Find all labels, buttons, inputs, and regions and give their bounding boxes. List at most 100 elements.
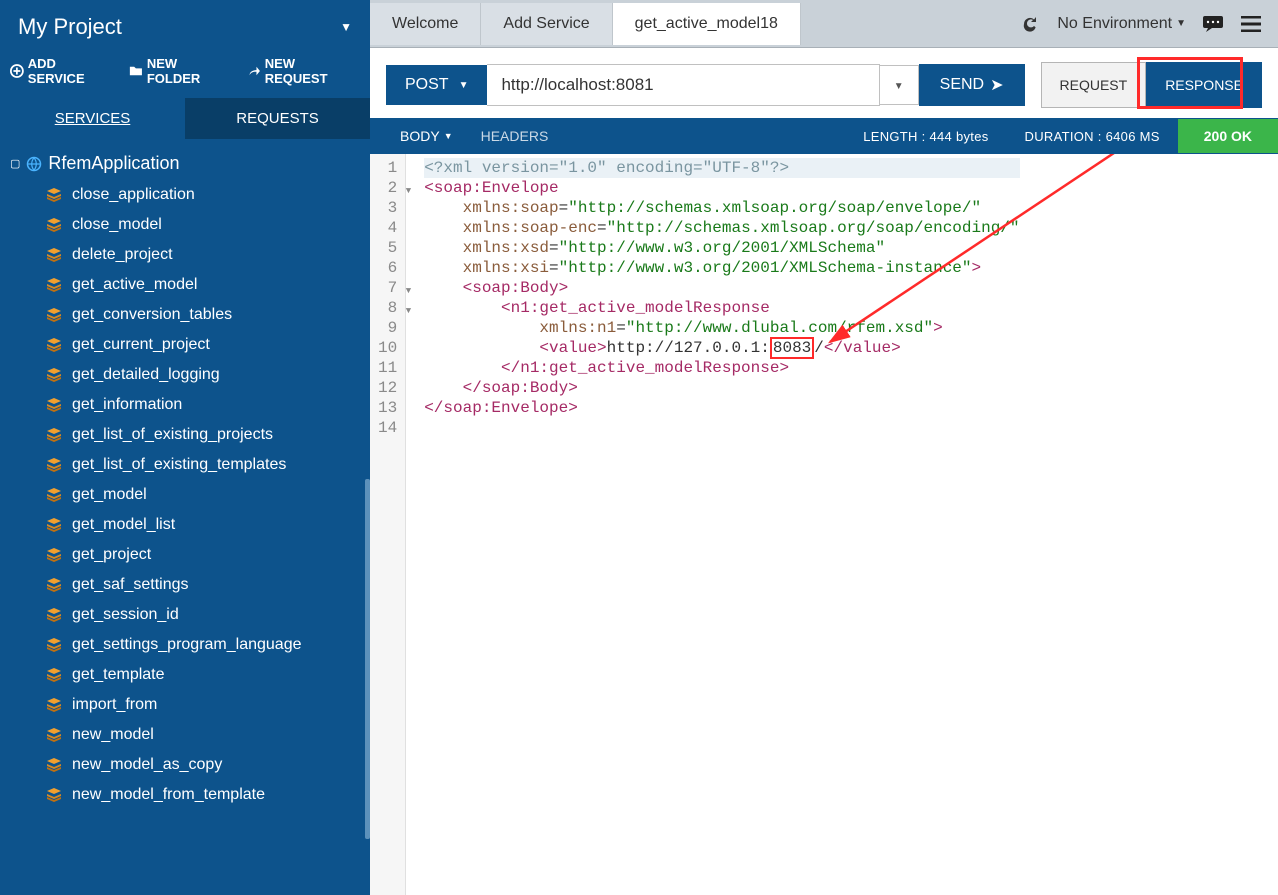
new-folder-button[interactable]: NEW FOLDER bbox=[129, 56, 233, 86]
collapse-icon[interactable]: ▢ bbox=[10, 157, 20, 170]
tree-item[interactable]: new_model bbox=[46, 720, 370, 750]
project-caret-icon[interactable]: ▼ bbox=[340, 20, 352, 34]
sidebar: My Project ▼ ADD SERVICE NEW FOLDER NEW … bbox=[0, 0, 370, 895]
tree-item[interactable]: get_settings_program_language bbox=[46, 630, 370, 660]
tree-item-label: get_list_of_existing_projects bbox=[72, 426, 273, 444]
top-tabs: Welcome Add Service get_active_model18 N… bbox=[370, 0, 1278, 48]
tree-item[interactable]: get_model_list bbox=[46, 510, 370, 540]
response-body[interactable]: 12▼34567▼8▼91011121314 <?xml version="1.… bbox=[370, 154, 1278, 895]
tree-item-label: close_application bbox=[72, 186, 195, 204]
tree-item-label: new_model_as_copy bbox=[72, 756, 222, 774]
url-input[interactable] bbox=[487, 64, 879, 106]
operation-icon bbox=[46, 668, 62, 682]
tree-item-label: get_list_of_existing_templates bbox=[72, 456, 286, 474]
tree-item-label: get_conversion_tables bbox=[72, 306, 232, 324]
request-icon bbox=[247, 64, 261, 78]
tree-item-label: get_session_id bbox=[72, 606, 179, 624]
req-resp-toggle: REQUEST RESPONSE bbox=[1041, 62, 1263, 108]
tree-item[interactable]: get_information bbox=[46, 390, 370, 420]
tree-item-label: get_saf_settings bbox=[72, 576, 189, 594]
xml-code[interactable]: <?xml version="1.0" encoding="UTF-8"?><s… bbox=[406, 154, 1019, 895]
operation-icon bbox=[46, 218, 62, 232]
refresh-button[interactable] bbox=[1019, 13, 1041, 35]
response-view-button[interactable]: RESPONSE bbox=[1146, 62, 1262, 108]
tree-item[interactable]: import_from bbox=[46, 690, 370, 720]
tab-active-request[interactable]: get_active_model18 bbox=[613, 3, 801, 45]
tab-requests[interactable]: REQUESTS bbox=[185, 98, 370, 139]
response-status: 200 OK bbox=[1178, 119, 1278, 153]
caret-down-icon: ▼ bbox=[459, 80, 469, 91]
tree-item[interactable]: get_model bbox=[46, 480, 370, 510]
headers-tab[interactable]: HEADERS bbox=[467, 119, 563, 153]
tree-item-label: get_information bbox=[72, 396, 182, 414]
request-bar: POST ▼ ▼ SEND ➤ REQUEST RESPONSE bbox=[370, 48, 1278, 118]
tree-root[interactable]: ▢ RfemApplication bbox=[6, 147, 370, 180]
project-header[interactable]: My Project ▼ bbox=[0, 0, 370, 50]
tree-item-label: import_from bbox=[72, 696, 157, 714]
url-history-dropdown[interactable]: ▼ bbox=[880, 65, 919, 105]
tree-item-label: get_template bbox=[72, 666, 165, 684]
new-request-button[interactable]: NEW REQUEST bbox=[247, 56, 360, 86]
operation-icon bbox=[46, 758, 62, 772]
operation-icon bbox=[46, 698, 62, 712]
line-gutter: 12▼34567▼8▼91011121314 bbox=[370, 154, 406, 895]
tree-item[interactable]: get_session_id bbox=[46, 600, 370, 630]
tree-item[interactable]: get_current_project bbox=[46, 330, 370, 360]
tree-item[interactable]: close_application bbox=[46, 180, 370, 210]
tree-item-label: get_model bbox=[72, 486, 147, 504]
operation-icon bbox=[46, 788, 62, 802]
tree-item-label: get_active_model bbox=[72, 276, 197, 294]
tree-item[interactable]: get_detailed_logging bbox=[46, 360, 370, 390]
operation-icon bbox=[46, 278, 62, 292]
tree-item[interactable]: get_list_of_existing_templates bbox=[46, 450, 370, 480]
plus-circle-icon bbox=[10, 64, 24, 78]
tree-item-label: new_model_from_template bbox=[72, 786, 265, 804]
annotation-port-highlight: 8083 bbox=[770, 337, 814, 359]
caret-down-icon: ▼ bbox=[1176, 18, 1186, 29]
operation-icon bbox=[46, 608, 62, 622]
tree-item-label: get_detailed_logging bbox=[72, 366, 220, 384]
tree-item[interactable]: get_conversion_tables bbox=[46, 300, 370, 330]
tree-item-label: get_current_project bbox=[72, 336, 210, 354]
http-method-selector[interactable]: POST ▼ bbox=[386, 65, 487, 105]
tree-item-label: delete_project bbox=[72, 246, 173, 264]
hamburger-icon bbox=[1241, 16, 1261, 32]
tree-item[interactable]: new_model_from_template bbox=[46, 780, 370, 810]
response-length: LENGTH : 444 bytes bbox=[845, 129, 1006, 144]
tree-root-label: RfemApplication bbox=[48, 153, 179, 174]
tree-item[interactable]: get_active_model bbox=[46, 270, 370, 300]
tree-item[interactable]: get_saf_settings bbox=[46, 570, 370, 600]
request-view-button[interactable]: REQUEST bbox=[1041, 62, 1147, 108]
tab-services[interactable]: SERVICES bbox=[0, 98, 185, 139]
operation-icon bbox=[46, 638, 62, 652]
caret-down-icon: ▼ bbox=[444, 131, 453, 141]
tree-item[interactable]: new_model_as_copy bbox=[46, 750, 370, 780]
chat-button[interactable] bbox=[1202, 13, 1224, 35]
add-service-button[interactable]: ADD SERVICE bbox=[10, 56, 115, 86]
body-tab[interactable]: BODY ▼ bbox=[386, 119, 467, 153]
operation-icon bbox=[46, 488, 62, 502]
operation-icon bbox=[46, 428, 62, 442]
tree-item[interactable]: get_template bbox=[46, 660, 370, 690]
refresh-icon bbox=[1020, 14, 1040, 34]
menu-button[interactable] bbox=[1240, 13, 1262, 35]
chat-icon bbox=[1202, 15, 1224, 33]
tree-item[interactable]: get_project bbox=[46, 540, 370, 570]
response-duration: DURATION : 6406 MS bbox=[1007, 129, 1178, 144]
tree-item[interactable]: close_model bbox=[46, 210, 370, 240]
tree-list: close_application close_model delete_proje… bbox=[6, 180, 370, 810]
tree-item[interactable]: delete_project bbox=[46, 240, 370, 270]
operation-icon bbox=[46, 458, 62, 472]
tab-welcome[interactable]: Welcome bbox=[370, 3, 481, 45]
tree-item[interactable]: get_list_of_existing_projects bbox=[46, 420, 370, 450]
send-button[interactable]: SEND ➤ bbox=[919, 64, 1025, 106]
operation-icon bbox=[46, 368, 62, 382]
tab-add-service[interactable]: Add Service bbox=[481, 3, 612, 45]
environment-selector[interactable]: No Environment ▼ bbox=[1057, 15, 1186, 33]
operation-icon bbox=[46, 518, 62, 532]
operation-icon bbox=[46, 728, 62, 742]
operation-icon bbox=[46, 308, 62, 322]
tree-item-label: new_model bbox=[72, 726, 154, 744]
operation-icon bbox=[46, 248, 62, 262]
project-title: My Project bbox=[18, 14, 122, 40]
